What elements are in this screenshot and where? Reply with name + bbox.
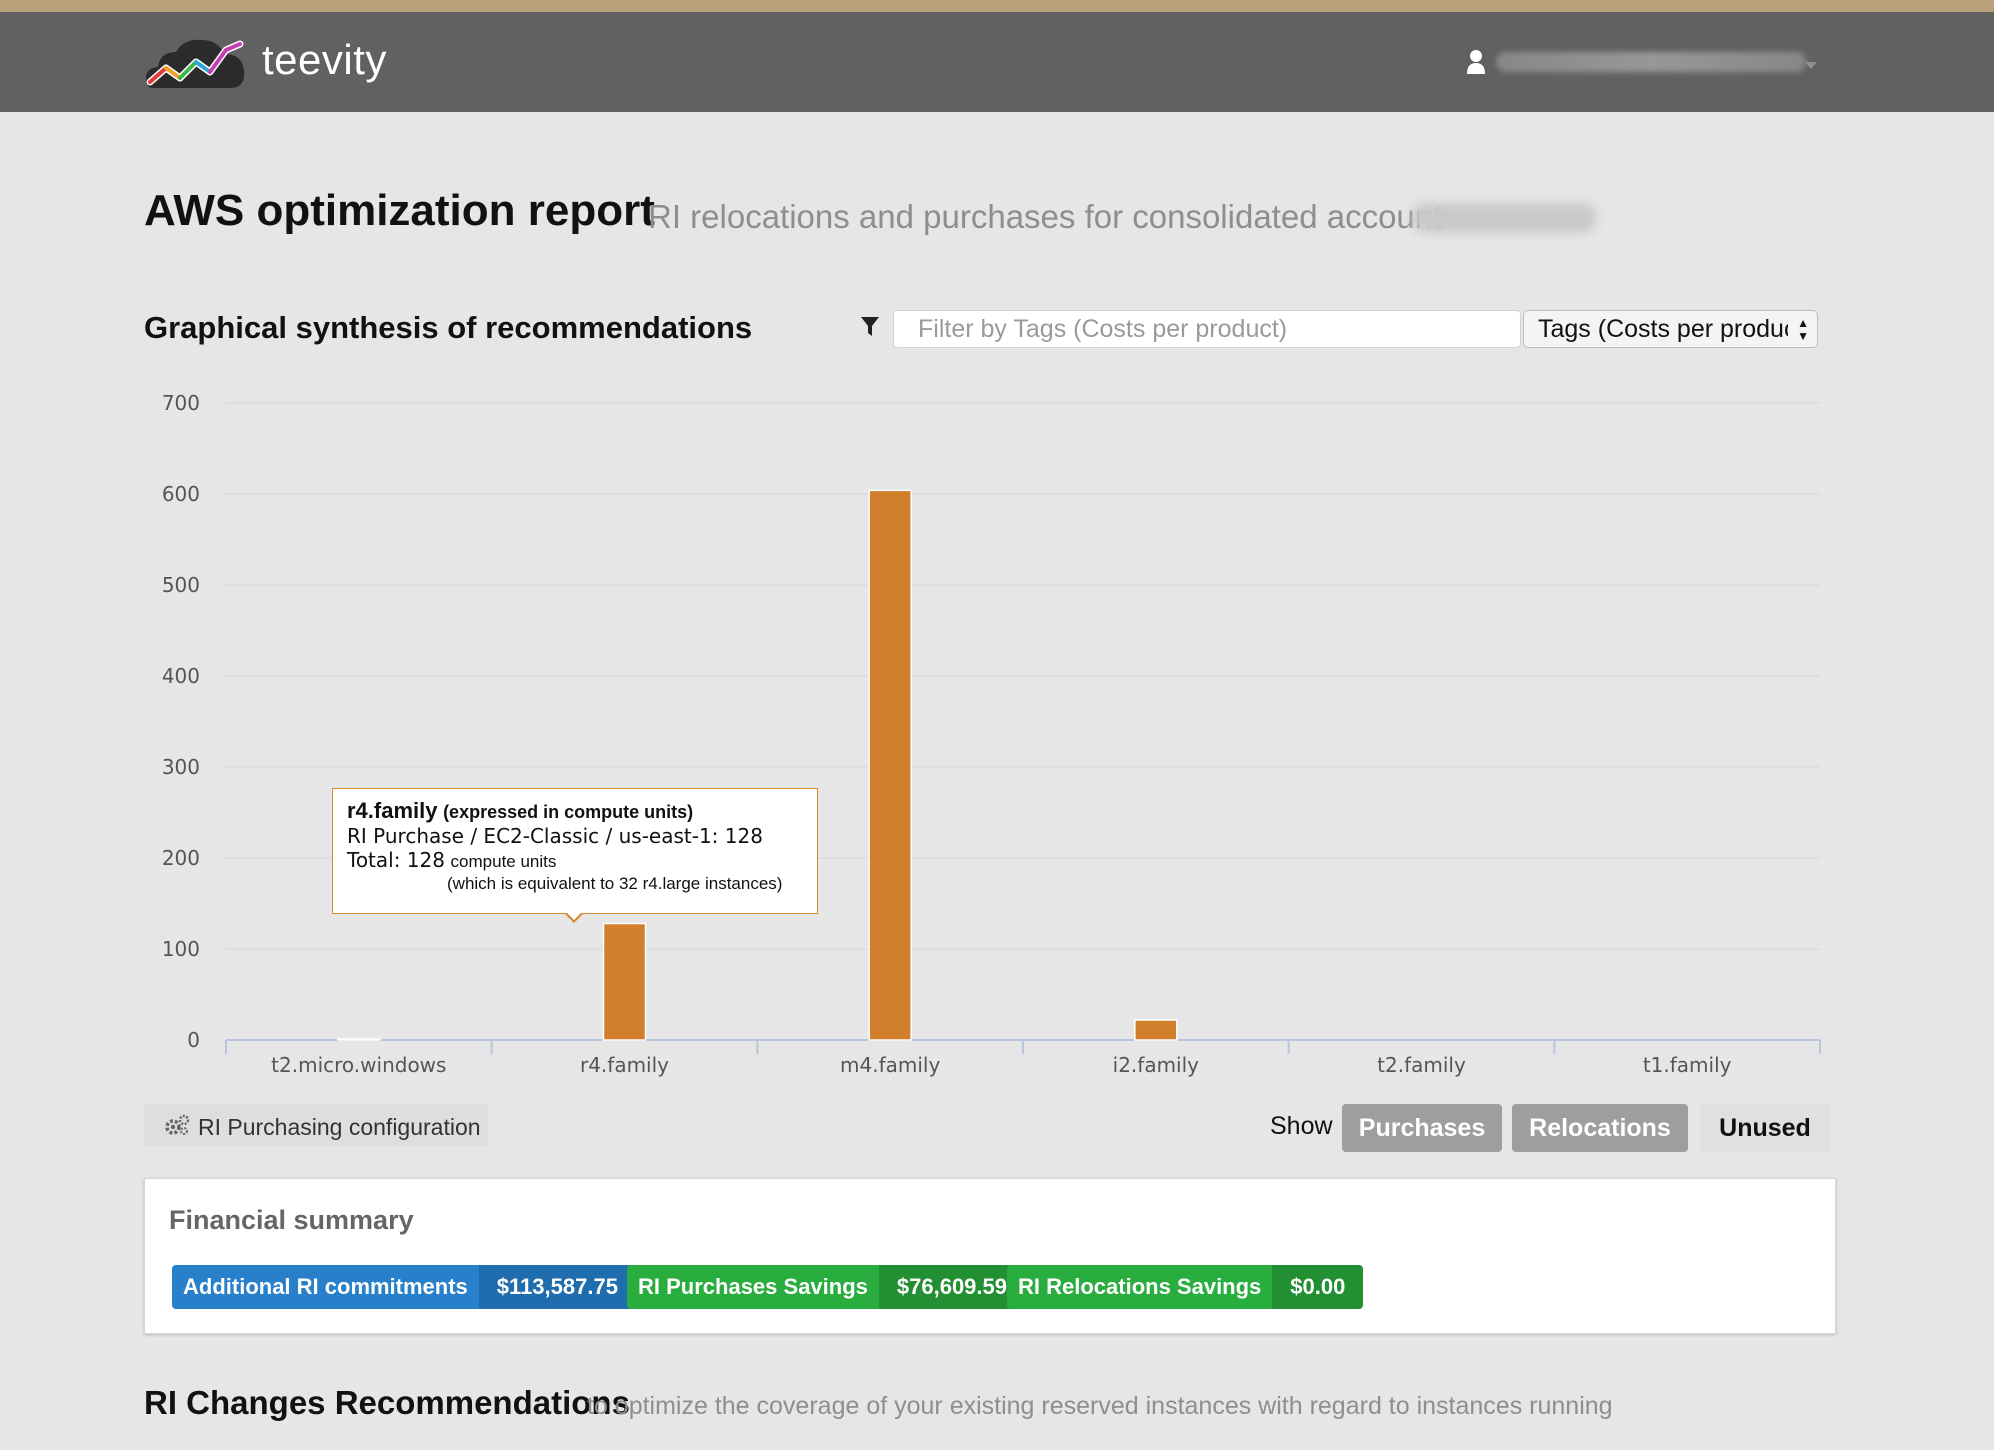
tooltip-line: RI Purchase / EC2-Classic / us-east-1: 1… bbox=[347, 824, 763, 848]
badge-value: $113,587.75 bbox=[478, 1265, 636, 1309]
bar bbox=[868, 489, 912, 1041]
filter-icon bbox=[861, 317, 879, 336]
additional-ri-commitments-badge: Additional RI commitments $113,587.75 bbox=[172, 1265, 636, 1309]
badge-label: RI Relocations Savings bbox=[1007, 1265, 1273, 1309]
chart-tooltip: r4.family (expressed in compute units) R… bbox=[332, 788, 818, 914]
brand-name[interactable]: teevity bbox=[262, 36, 387, 84]
tooltip-title: r4.family bbox=[347, 798, 438, 823]
tooltip-total: Total: 128 bbox=[347, 848, 445, 872]
user-icon[interactable] bbox=[1466, 49, 1486, 75]
page-title: AWS optimization report bbox=[144, 186, 655, 235]
gear-icon bbox=[165, 1114, 190, 1135]
tooltip-title-note: (expressed in compute units) bbox=[443, 802, 694, 822]
x-tick-label: i2.family bbox=[1113, 1053, 1200, 1077]
x-tick-label: t1.family bbox=[1643, 1053, 1732, 1077]
logo-icon[interactable] bbox=[144, 32, 248, 94]
bar bbox=[602, 922, 647, 1041]
show-label: Show bbox=[1270, 1112, 1333, 1140]
tooltip-total-unit: compute units bbox=[450, 852, 557, 871]
ri-purchasing-config-button[interactable]: RI Purchasing configuration bbox=[144, 1104, 488, 1146]
caret-down-icon[interactable] bbox=[1805, 62, 1817, 69]
financial-summary-panel: Financial summary Additional RI commitme… bbox=[144, 1178, 1836, 1334]
tooltip-pointer-inner bbox=[566, 912, 582, 920]
account-name-redacted bbox=[1412, 203, 1596, 233]
bar bbox=[337, 1038, 381, 1041]
badge-label: Additional RI commitments bbox=[172, 1265, 479, 1309]
financial-summary-title: Financial summary bbox=[169, 1205, 414, 1235]
badge-value: $0.00 bbox=[1272, 1265, 1364, 1309]
config-button-label: RI Purchasing configuration bbox=[198, 1114, 481, 1140]
tags-select[interactable]: Tags (Costs per product) ▲ ▼ bbox=[1523, 310, 1818, 348]
y-tick-label: 400 bbox=[162, 664, 200, 688]
tooltip-note: (which is equivalent to 32 r4.large inst… bbox=[447, 874, 783, 893]
y-tick-label: 0 bbox=[187, 1028, 200, 1052]
x-tick-label: t2.micro.windows bbox=[271, 1053, 446, 1077]
recommendations-bar-chart: 0 100 200 300 400 500 600 700 t2.micro.windows r4… bbox=[162, 391, 1821, 1077]
y-tick-label: 200 bbox=[162, 846, 200, 870]
user-name-redacted[interactable] bbox=[1496, 52, 1806, 72]
badge-label: RI Purchases Savings bbox=[627, 1265, 879, 1309]
y-tick-label: 300 bbox=[162, 755, 200, 779]
tags-select-value: Tags (Costs per product) bbox=[1538, 315, 1788, 343]
y-tick-label: 600 bbox=[162, 482, 200, 506]
recommendations-subtitle: to optimize the coverage of your existin… bbox=[587, 1392, 1613, 1420]
page-subtitle: RI relocations and purchases for consoli… bbox=[648, 198, 1443, 235]
badge-value: $76,609.59 bbox=[878, 1265, 1025, 1309]
x-tick-label: t2.family bbox=[1377, 1053, 1466, 1077]
select-arrows-icon: ▲ ▼ bbox=[1797, 316, 1809, 343]
y-tick-label: 500 bbox=[162, 573, 200, 597]
navbar: teevity bbox=[0, 12, 1994, 112]
bar bbox=[1134, 1019, 1178, 1041]
toggle-relocations[interactable]: Relocations bbox=[1512, 1104, 1688, 1152]
tag-filter-input[interactable] bbox=[893, 310, 1521, 348]
x-tick-label: r4.family bbox=[580, 1053, 669, 1077]
recommendations-title: RI Changes Recommendations bbox=[144, 1384, 630, 1421]
y-tick-label: 700 bbox=[162, 391, 200, 415]
synthesis-title: Graphical synthesis of recommendations bbox=[144, 310, 753, 345]
toggle-unused[interactable]: Unused bbox=[1700, 1104, 1830, 1152]
x-tick-label: m4.family bbox=[840, 1053, 940, 1077]
y-tick-label: 100 bbox=[162, 937, 200, 961]
ri-purchases-savings-badge: RI Purchases Savings $76,609.59 bbox=[627, 1265, 1025, 1309]
ri-relocations-savings-badge: RI Relocations Savings $0.00 bbox=[1007, 1265, 1364, 1309]
toggle-purchases[interactable]: Purchases bbox=[1342, 1104, 1502, 1152]
top-accent-stripe bbox=[0, 0, 1994, 12]
